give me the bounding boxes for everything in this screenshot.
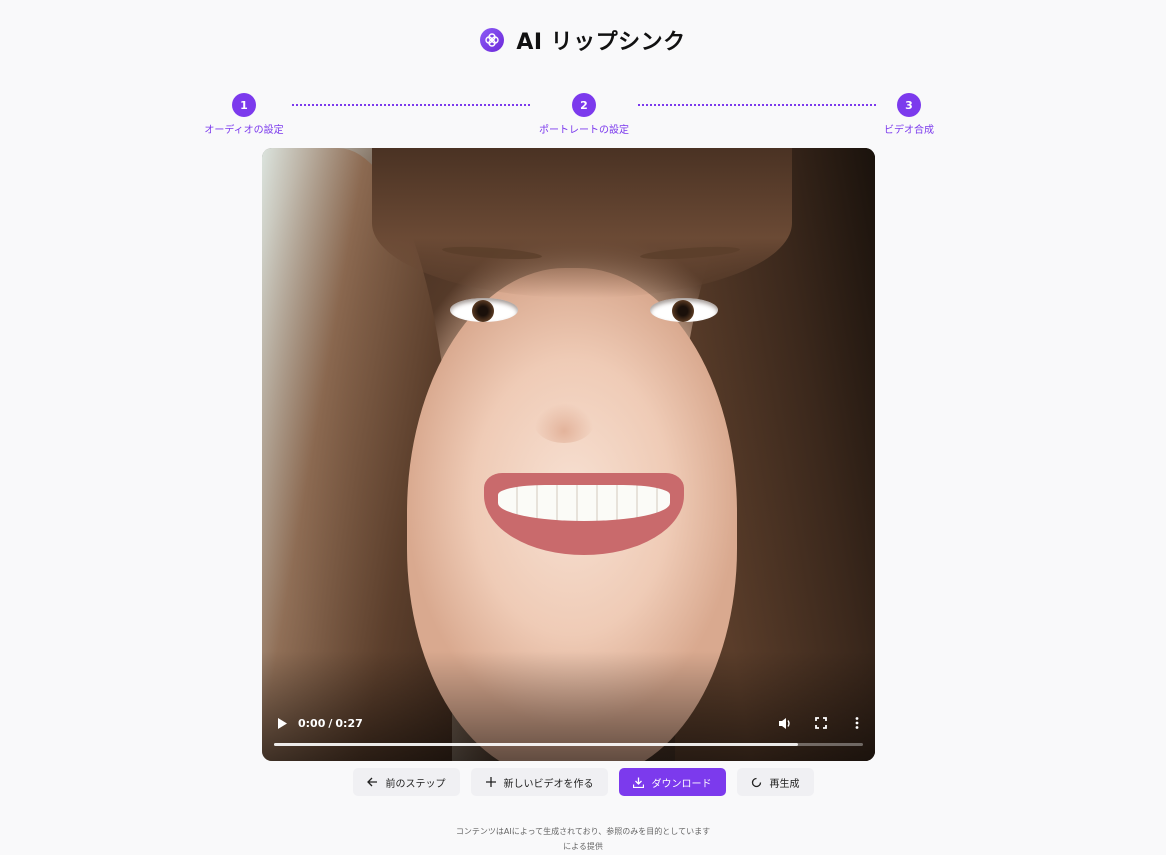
portrait-nose <box>534 403 594 443</box>
video-controls: 0:00/0:27 <box>262 701 875 761</box>
action-bar: 前のステップ 新しいビデオを作る ダウンロード 再生成 <box>0 768 1166 796</box>
time-separator: / <box>328 717 333 730</box>
regenerate-label: 再生成 <box>769 778 800 790</box>
plus-icon <box>485 776 497 788</box>
step-number-3: 3 <box>897 93 921 117</box>
video-progress-fill <box>274 743 799 746</box>
portrait-teeth <box>498 485 670 521</box>
regenerate-button[interactable]: 再生成 <box>736 768 814 796</box>
arrow-left-icon <box>367 776 379 788</box>
app-header: AI リップシンク <box>0 24 1166 56</box>
provided-by: による提供 <box>563 842 603 851</box>
step-label-1: オーディオの設定 <box>204 125 284 136</box>
step-video-synthesis[interactable]: 3 ビデオ合成 <box>839 93 979 136</box>
download-label: ダウンロード <box>651 778 712 790</box>
step-audio-settings[interactable]: 1 オーディオの設定 <box>174 93 314 136</box>
step-label-3: ビデオ合成 <box>884 125 934 136</box>
portrait-eye-right <box>650 298 718 322</box>
volume-icon[interactable] <box>777 715 793 731</box>
current-time: 0:00 <box>298 717 326 730</box>
step-connector-1-2 <box>292 104 530 106</box>
step-label-2: ポートレートの設定 <box>539 125 629 136</box>
refresh-icon <box>751 776 763 788</box>
play-icon[interactable] <box>274 715 290 731</box>
footer: コンテンツはAIによって生成されており、参照のみを目的としています による提供 <box>0 824 1166 854</box>
step-portrait-settings[interactable]: 2 ポートレートの設定 <box>514 93 654 136</box>
ai-disclaimer: コンテンツはAIによって生成されており、参照のみを目的としています <box>455 827 711 836</box>
fullscreen-icon[interactable] <box>813 715 829 731</box>
previous-step-button[interactable]: 前のステップ <box>352 768 460 796</box>
flower-logo-icon <box>480 28 505 52</box>
progress-stepper: 1 オーディオの設定 2 ポートレートの設定 3 ビデオ合成 <box>0 93 1166 137</box>
download-button[interactable]: ダウンロード <box>618 768 726 796</box>
previous-step-label: 前のステップ <box>385 778 446 790</box>
video-progress-bar[interactable] <box>274 743 863 746</box>
time-display: 0:00/0:27 <box>298 717 363 730</box>
duration: 0:27 <box>335 717 363 730</box>
video-player[interactable]: 0:00/0:27 <box>262 148 875 761</box>
new-video-label: 新しいビデオを作る <box>503 778 594 790</box>
new-video-button[interactable]: 新しいビデオを作る <box>470 768 608 796</box>
step-number-1: 1 <box>232 93 256 117</box>
page-title: AI リップシンク <box>516 30 686 55</box>
download-icon <box>633 776 645 788</box>
portrait-hair-top <box>372 148 792 298</box>
video-frame-portrait <box>262 148 875 761</box>
more-options-icon[interactable] <box>849 715 865 731</box>
step-number-2: 2 <box>572 93 596 117</box>
portrait-eye-left <box>450 298 518 322</box>
